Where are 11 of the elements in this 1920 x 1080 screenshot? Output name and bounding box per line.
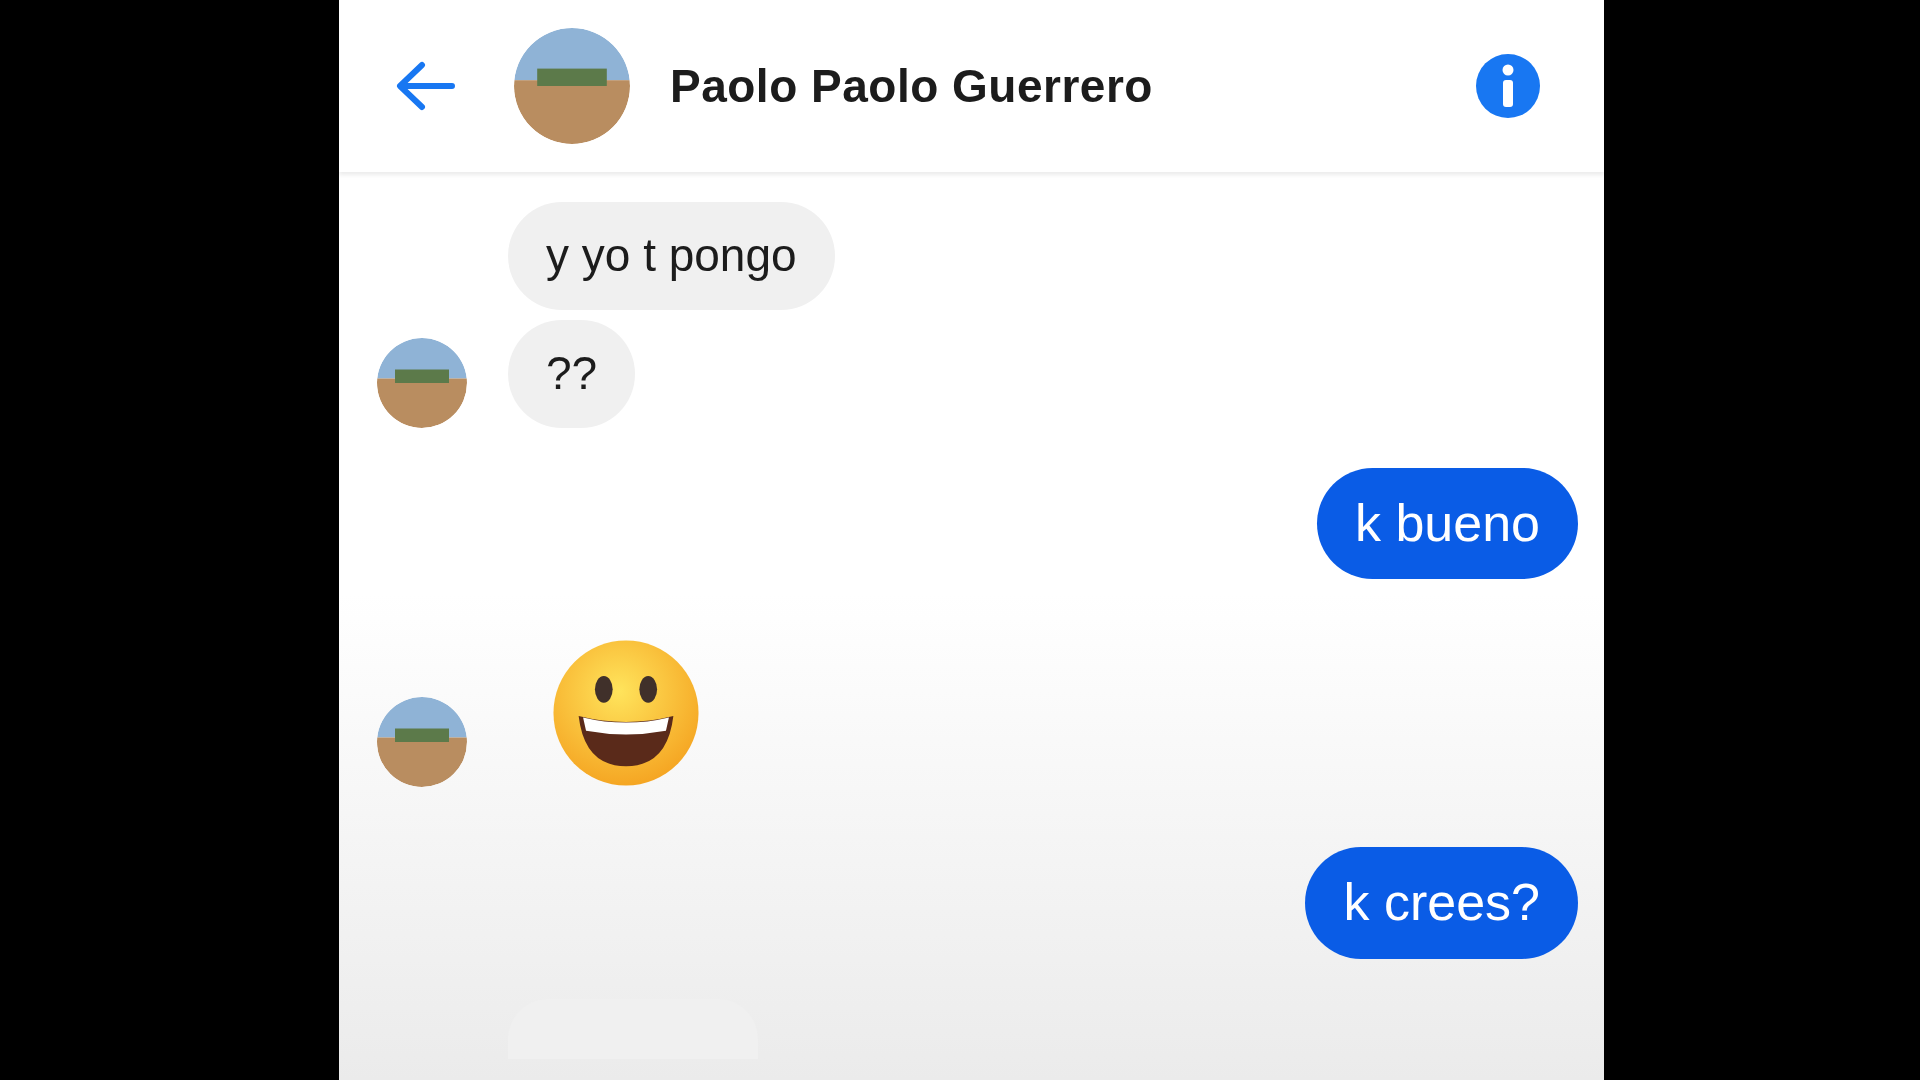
avatar-photo[interactable]	[377, 697, 467, 788]
contact-name: Paolo Paolo Guerrero	[670, 58, 1153, 114]
message-bubble: ??	[508, 319, 636, 428]
avatar-photo[interactable]	[377, 337, 467, 428]
back-arrow-icon[interactable]	[394, 61, 456, 111]
grinning-face-icon	[552, 639, 700, 788]
avatar-photo[interactable]	[514, 28, 630, 144]
info-icon[interactable]	[1476, 54, 1540, 118]
message-bubble: k bueno	[1316, 467, 1578, 580]
message-bubble: y yo t pongo	[508, 202, 835, 310]
message-bubble: k crees?	[1305, 847, 1578, 959]
